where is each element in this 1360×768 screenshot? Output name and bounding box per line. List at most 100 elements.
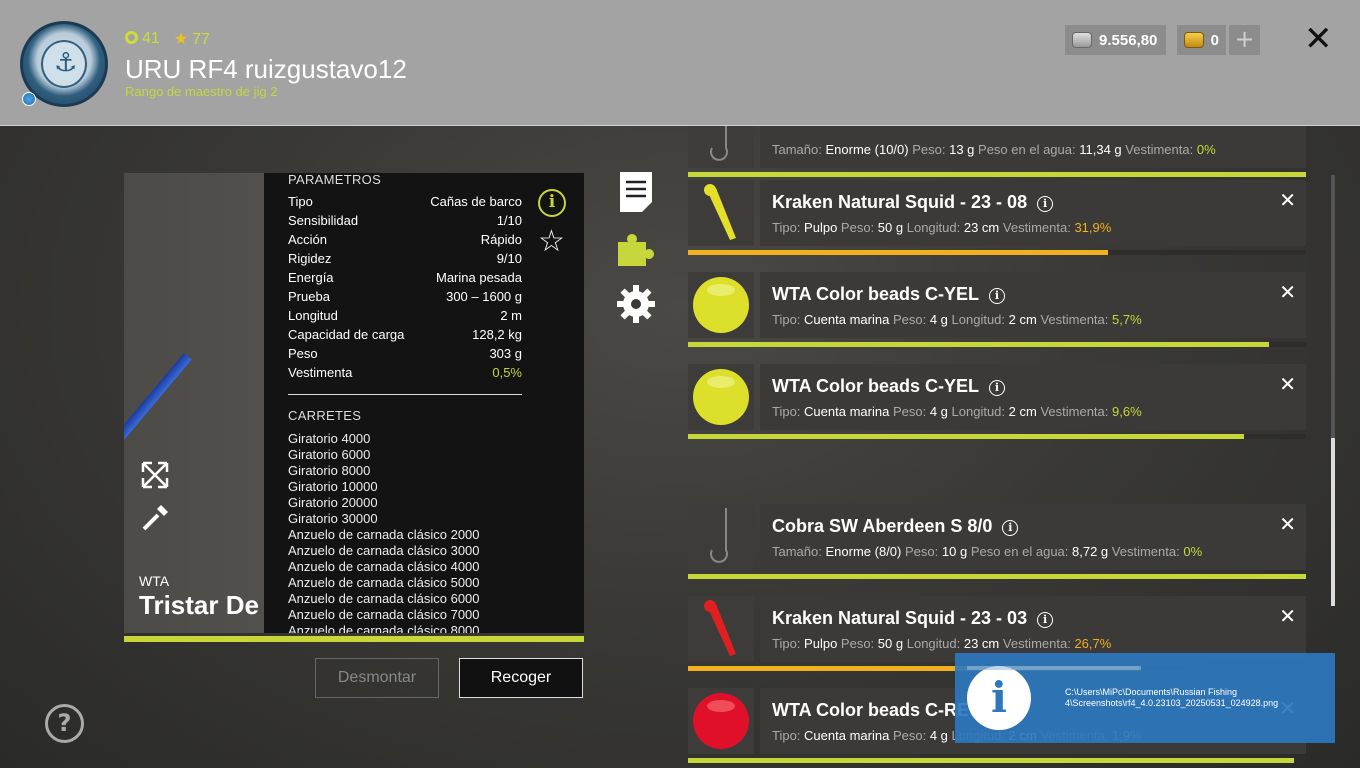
param-label: Energía	[288, 270, 334, 285]
param-value: 0,5%	[492, 365, 522, 380]
detail-label: Peso:	[840, 636, 875, 651]
detail-label: Vestimenta:	[1040, 404, 1109, 419]
param-label: Prueba	[288, 289, 330, 304]
info-icon[interactable]: i	[538, 189, 566, 217]
rod-wear-bar	[124, 636, 584, 642]
reel-item: Anzuelo de carnada clásico 5000	[288, 575, 480, 590]
gold-balance: 0	[1177, 25, 1226, 55]
tackle-item[interactable]: Kraken Natural Squid - 23 - 08 i ✕ Tipo: Pu…	[760, 180, 1306, 246]
detail-value: 26,7%	[1074, 636, 1112, 651]
collect-button[interactable]: Recoger	[459, 658, 583, 698]
item-title: Cobra SW Aberdeen S 8/0 i	[772, 516, 1019, 537]
stars-stat: ★ 77	[174, 29, 210, 49]
detail-label: Tamaño:	[772, 142, 822, 157]
detail-label: Peso:	[912, 142, 946, 157]
detail-value: Pulpo	[804, 220, 838, 235]
param-row: Sensibilidad 1/10	[288, 213, 522, 228]
reel-item: Giratorio 30000	[288, 511, 378, 526]
remove-item-icon[interactable]: ✕	[1279, 604, 1296, 628]
detail-value: 4 g	[929, 728, 948, 743]
wear-bar-fill	[688, 434, 1245, 439]
wear-bar-fill	[688, 250, 1109, 255]
settings-gear-icon[interactable]	[616, 284, 656, 324]
info-icon[interactable]: i	[1037, 196, 1054, 212]
param-label: Rigidez	[288, 251, 332, 266]
silver-coin-icon	[1072, 32, 1092, 48]
detail-value: 5,7%	[1112, 312, 1142, 327]
add-currency-button[interactable]: +	[1229, 25, 1260, 55]
item-name: Kraken Natural Squid - 23 - 03	[772, 608, 1028, 628]
param-row: Energía Marina pesada	[288, 270, 522, 285]
info-icon: i	[967, 666, 1031, 730]
reels-title: CARRETES	[288, 408, 362, 423]
detail-value: 8,72 g	[1072, 544, 1109, 559]
rod-specs-panel: PARAMETROS Tipo Cañas de barco Sensibilida…	[264, 173, 584, 633]
puzzle-icon[interactable]	[616, 228, 656, 268]
document-icon[interactable]	[616, 172, 656, 212]
item-details: Tipo: Cuenta marina Peso: 4 g Longitud: …	[772, 312, 1142, 327]
detail-label: Vestimenta:	[1111, 544, 1180, 559]
info-icon[interactable]: i	[1002, 520, 1019, 536]
screenshot-path: C:\Users\MiPc\Documents\Russian Fishing …	[1065, 687, 1279, 708]
help-icon[interactable]: ?	[45, 704, 84, 743]
tackle-item[interactable]: WTA Color beads C-YEL i ✕ Tipo: Cuenta mari…	[760, 272, 1306, 338]
param-label: Capacidad de carga	[288, 327, 405, 342]
reel-item: Anzuelo de carnada clásico 4000	[288, 559, 480, 574]
wear-bar-fill	[688, 172, 1306, 177]
detail-value: Enorme (8/0)	[825, 544, 902, 559]
param-label: Longitud	[288, 308, 338, 323]
scrollbar-thumb[interactable]	[1331, 438, 1335, 606]
dismantle-button[interactable]: Desmontar	[315, 658, 439, 698]
info-icon[interactable]: i	[989, 288, 1005, 304]
detail-label: Peso:	[905, 544, 939, 559]
detail-label: Peso en el agua:	[970, 544, 1069, 559]
item-title: WTA Color beads C-YEL i	[772, 376, 1005, 397]
divider	[288, 394, 522, 395]
tackle-item[interactable]: WTA Color beads C-YEL i ✕ Tipo: Cuenta mari…	[760, 364, 1306, 430]
username: URU RF4 ruizgustavo12	[125, 54, 407, 84]
favorite-star-icon[interactable]: ☆	[538, 227, 565, 257]
param-label: Acción	[288, 232, 328, 247]
param-row: Longitud 2 m	[288, 308, 522, 323]
globe-icon	[22, 92, 36, 106]
item-details: Tipo: Cuenta marina Peso: 4 g Longitud: …	[772, 404, 1142, 419]
param-value: 128,2 kg	[472, 327, 522, 342]
reel-item: Giratorio 8000	[288, 463, 371, 478]
item-title: Kraken Natural Squid - 23 - 03 i	[772, 608, 1054, 629]
remove-item-icon[interactable]: ✕	[1279, 372, 1296, 396]
hook-icon	[688, 126, 754, 168]
tackle-item[interactable]: Cobra SW Aberdeen S 8/0 i ✕ Tamaño: Enorme …	[760, 504, 1306, 570]
detail-value: Cuenta marina	[804, 312, 890, 327]
remove-item-icon[interactable]: ✕	[1279, 188, 1296, 212]
squid-red-icon	[688, 596, 754, 662]
info-icon[interactable]: i	[989, 380, 1005, 396]
rod-name: Tristar De	[139, 590, 259, 620]
detail-value: 2 cm	[1008, 312, 1037, 327]
param-value: Marina pesada	[436, 270, 522, 285]
detail-label: Peso:	[892, 728, 927, 743]
detail-value: 0%	[1183, 544, 1203, 559]
expand-icon[interactable]	[140, 460, 170, 490]
detail-label: Tamaño:	[772, 544, 822, 559]
reel-item: Giratorio 20000	[288, 495, 378, 510]
detail-value: 4 g	[929, 404, 948, 419]
close-button[interactable]: ✕	[1304, 22, 1333, 56]
remove-item-icon[interactable]: ✕	[1279, 512, 1296, 536]
detail-label: Tipo:	[772, 636, 801, 651]
silver-balance: 9.556,80	[1065, 25, 1166, 55]
info-icon[interactable]: i	[1037, 612, 1054, 628]
remove-item-icon[interactable]: ✕	[1279, 280, 1296, 304]
detail-value: 31,9%	[1074, 220, 1112, 235]
item-name: WTA Color beads C-YEL	[772, 284, 979, 304]
tackle-item[interactable]: Tamaño: Enorme (10/0) Peso: 13 g Peso en…	[760, 126, 1306, 168]
wrench-icon[interactable]	[140, 503, 170, 533]
wear-bar	[688, 434, 1306, 439]
param-label: Peso	[288, 346, 318, 361]
param-value: Cañas de barco	[430, 194, 522, 209]
wear-bar	[688, 758, 1306, 763]
hook-icon	[688, 504, 754, 570]
item-title: WTA Color beads C-YEL i	[772, 284, 1005, 305]
detail-label: Vestimenta:	[1125, 142, 1194, 157]
param-value: 300 – 1600 g	[446, 289, 522, 304]
detail-value: Cuenta marina	[804, 728, 890, 743]
